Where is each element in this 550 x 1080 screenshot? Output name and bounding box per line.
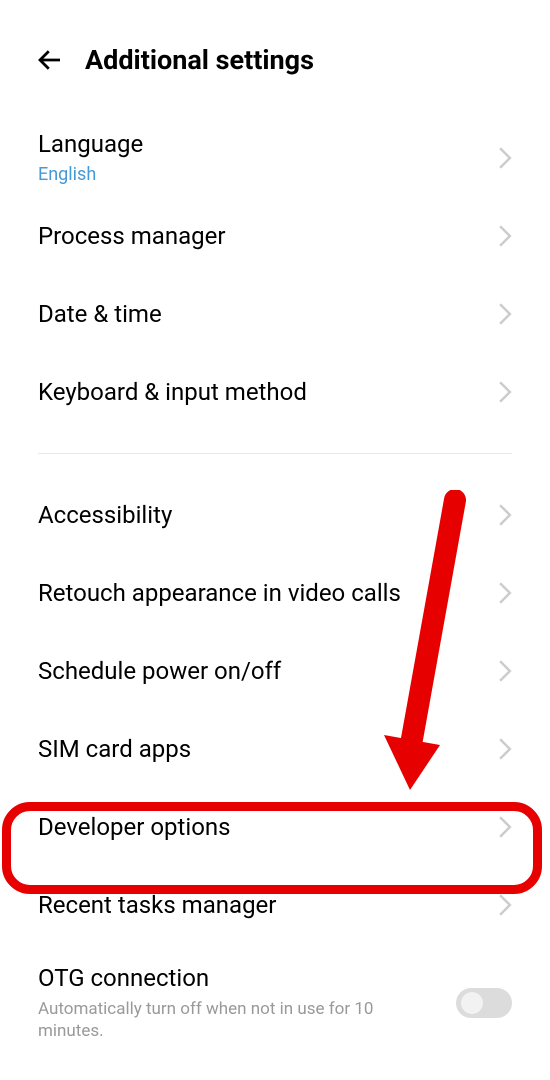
setting-value: English xyxy=(38,164,498,185)
setting-date-time[interactable]: Date & time xyxy=(38,275,512,353)
setting-content: Schedule power on/off xyxy=(38,657,498,685)
chevron-right-icon xyxy=(498,894,512,916)
setting-label: SIM card apps xyxy=(38,735,498,763)
setting-recent-tasks[interactable]: Recent tasks manager xyxy=(38,866,512,944)
setting-content: Language English xyxy=(38,130,498,185)
setting-content: SIM card apps xyxy=(38,735,498,763)
setting-label: Schedule power on/off xyxy=(38,657,498,685)
setting-schedule-power[interactable]: Schedule power on/off xyxy=(38,632,512,710)
setting-content: OTG connection Automatically turn off wh… xyxy=(38,964,456,1042)
chevron-right-icon xyxy=(498,738,512,760)
settings-list: Language English Process manager Date & … xyxy=(0,110,550,1054)
back-button[interactable] xyxy=(30,40,70,80)
chevron-right-icon xyxy=(498,582,512,604)
setting-content: Recent tasks manager xyxy=(38,891,498,919)
setting-accessibility[interactable]: Accessibility xyxy=(38,476,512,554)
chevron-right-icon xyxy=(498,225,512,247)
toggle-knob xyxy=(461,992,483,1014)
setting-otg-connection[interactable]: OTG connection Automatically turn off wh… xyxy=(38,944,512,1054)
setting-keyboard-input[interactable]: Keyboard & input method xyxy=(38,353,512,431)
page-title: Additional settings xyxy=(85,44,314,76)
chevron-right-icon xyxy=(498,504,512,526)
setting-label: OTG connection xyxy=(38,964,456,992)
setting-language[interactable]: Language English xyxy=(38,110,512,197)
setting-label: Accessibility xyxy=(38,501,498,529)
setting-description: Automatically turn off when not in use f… xyxy=(38,998,456,1042)
setting-developer-options[interactable]: Developer options xyxy=(38,788,512,866)
setting-content: Accessibility xyxy=(38,501,498,529)
chevron-right-icon xyxy=(498,660,512,682)
setting-label: Developer options xyxy=(38,813,498,841)
setting-label: Retouch appearance in video calls xyxy=(38,579,498,607)
otg-toggle[interactable] xyxy=(456,988,512,1018)
setting-process-manager[interactable]: Process manager xyxy=(38,197,512,275)
setting-retouch-video[interactable]: Retouch appearance in video calls xyxy=(38,554,512,632)
chevron-right-icon xyxy=(498,147,512,169)
setting-label: Keyboard & input method xyxy=(38,378,498,406)
setting-content: Developer options xyxy=(38,813,498,841)
setting-sim-card-apps[interactable]: SIM card apps xyxy=(38,710,512,788)
header: Additional settings xyxy=(0,0,550,110)
arrow-left-icon xyxy=(35,45,65,75)
setting-content: Keyboard & input method xyxy=(38,378,498,406)
chevron-right-icon xyxy=(498,303,512,325)
setting-label: Process manager xyxy=(38,222,498,250)
chevron-right-icon xyxy=(498,816,512,838)
divider xyxy=(38,453,512,454)
setting-label: Recent tasks manager xyxy=(38,891,498,919)
setting-content: Retouch appearance in video calls xyxy=(38,579,498,607)
setting-label: Date & time xyxy=(38,300,498,328)
setting-content: Date & time xyxy=(38,300,498,328)
setting-content: Process manager xyxy=(38,222,498,250)
setting-label: Language xyxy=(38,130,498,158)
chevron-right-icon xyxy=(498,381,512,403)
